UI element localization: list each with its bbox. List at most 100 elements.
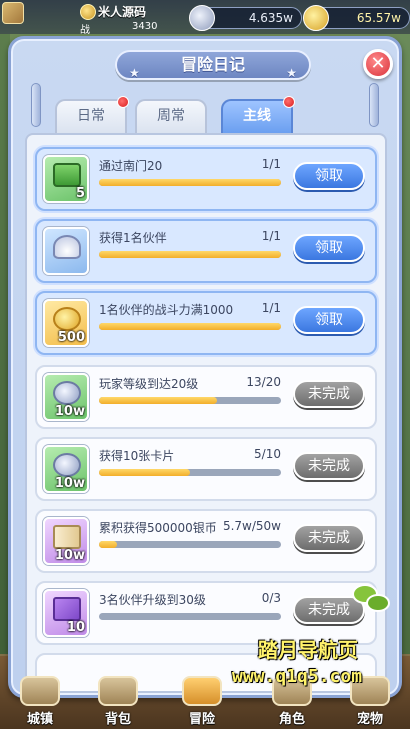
reward-quantity: 10w: [54, 404, 85, 419]
gold-coin-icon: [303, 5, 329, 31]
tab-weekly[interactable]: 周常: [135, 99, 207, 133]
nav-adventure-label: 冒险: [188, 712, 215, 727]
reward-icon[interactable]: 10: [43, 589, 89, 637]
reward-icon[interactable]: 10w: [43, 517, 89, 565]
quest-count: 1/1: [261, 157, 281, 171]
reward-icon[interactable]: 10w: [43, 445, 89, 493]
backpack-icon: [98, 676, 138, 706]
nav-adventure[interactable]: 冒险: [172, 676, 232, 727]
quest-count: 1/1: [261, 301, 281, 315]
quest-progress-bar: [99, 613, 281, 620]
green-chest-icon: [53, 163, 81, 187]
power-label: 战: [80, 25, 90, 36]
notification-dot: [283, 96, 295, 108]
quest-count: 1/1: [261, 229, 281, 243]
incomplete-button[interactable]: 未完成: [293, 380, 365, 408]
quest-title: 获得10张卡片: [99, 449, 175, 463]
progress-fill: [99, 323, 281, 330]
quest-title: 玩家等级到达20级: [99, 377, 199, 391]
tab-main-story[interactable]: 主线: [221, 96, 295, 133]
top-status-bar: 米人源码 战 3430 4.635w 65.57w: [0, 0, 410, 36]
silver-coins-icon: [53, 453, 81, 477]
nav-town[interactable]: 城镇: [10, 676, 70, 727]
nav-pet-label: 宠物: [356, 712, 383, 727]
watermark-url: www.q1q5.com: [232, 666, 363, 687]
quest-row: 500 1名伙伴的战斗力满1000 1/1 领取: [35, 291, 377, 355]
incomplete-button[interactable]: 未完成: [293, 524, 365, 552]
quest-row: 10w 玩家等级到达20级 13/20 未完成: [35, 365, 377, 429]
reward-quantity: 500: [57, 330, 85, 345]
quest-title: 获得1名伙伴: [99, 231, 167, 245]
gold-amount: 65.57w: [356, 11, 401, 25]
tab-weekly-label: 周常: [157, 108, 185, 124]
player-avatar[interactable]: [2, 2, 24, 24]
gold-coins-icon: [53, 307, 81, 331]
claim-button[interactable]: 领取: [293, 234, 365, 262]
adventure-icon: [182, 676, 222, 706]
quest-row: 10w 获得10张卡片 5/10 未完成: [35, 437, 377, 501]
quest-row: 获得1名伙伴 1/1 领取: [35, 219, 377, 283]
quest-count: 13/20: [246, 375, 281, 389]
progress-fill: [99, 541, 118, 548]
progress-fill: [99, 469, 190, 476]
quest-title: 3名伙伴升级到30级: [99, 593, 206, 607]
reward-icon[interactable]: 10w: [43, 373, 89, 421]
incomplete-button[interactable]: 未完成: [293, 452, 365, 480]
tab-daily[interactable]: 日常: [55, 96, 129, 133]
close-button[interactable]: ✕: [363, 49, 393, 79]
quest-progress-bar: [99, 397, 281, 404]
tab-main-story-label: 主线: [243, 108, 271, 124]
quest-progress-bar: [99, 251, 281, 258]
player-name: 米人源码: [98, 5, 147, 19]
purple-book-icon: [53, 597, 81, 621]
silver-currency[interactable]: 4.635w: [189, 5, 302, 31]
reward-icon[interactable]: [43, 227, 89, 275]
reward-quantity: 10w: [54, 548, 85, 563]
reward-icon[interactable]: 5: [43, 155, 89, 203]
nav-backpack[interactable]: 背包: [88, 676, 148, 727]
panel-title-plate: ★ 冒险日记 ★: [115, 50, 311, 80]
silver-coins-icon: [53, 381, 81, 405]
progress-fill: [99, 251, 281, 258]
reward-quantity: 10: [66, 620, 85, 635]
reward-quantity: 5: [75, 186, 85, 201]
nav-character-label: 角色: [278, 712, 305, 727]
gold-currency[interactable]: 65.57w: [303, 5, 410, 31]
progress-fill: [99, 397, 218, 404]
silver-amount: 4.635w: [248, 11, 293, 25]
quest-progress-bar: [99, 323, 281, 330]
quest-progress-bar: [99, 469, 281, 476]
adventure-diary-panel: ★ 冒险日记 ★ ✕ 日常 周常 主线 5 通过南门20 1/1 领取 获得1名…: [8, 36, 402, 698]
quest-progress-bar: [99, 541, 281, 548]
town-icon: [20, 676, 60, 706]
player-badge-icon: [80, 4, 96, 20]
tab-daily-label: 日常: [77, 108, 105, 124]
scroll-hook-right: [369, 83, 379, 127]
quest-row: 10w 累积获得500000银币 5.7w/50w 未完成: [35, 509, 377, 573]
claim-button[interactable]: 领取: [293, 306, 365, 334]
reward-icon[interactable]: 500: [43, 299, 89, 347]
quest-count: 5.7w/50w: [222, 519, 281, 533]
quest-count: 0/3: [261, 591, 281, 605]
watermark-title: 踏月导航页: [258, 638, 358, 662]
quest-title: 1名伙伴的战斗力满1000: [99, 303, 234, 317]
nav-backpack-label: 背包: [104, 712, 131, 727]
quest-row: 5 通过南门20 1/1 领取: [35, 147, 377, 211]
quest-list[interactable]: 5 通过南门20 1/1 领取 获得1名伙伴 1/1 领取 500 1名伙伴的战…: [25, 133, 387, 693]
silver-coin-icon: [189, 5, 215, 31]
power-value: 3430: [132, 21, 158, 32]
star-icon: ★: [286, 66, 297, 80]
star-icon: ★: [129, 66, 140, 80]
progress-fill: [99, 179, 281, 186]
quest-title: 通过南门20: [99, 159, 163, 173]
quest-progress-bar: [99, 179, 281, 186]
notification-dot: [117, 96, 129, 108]
quest-count: 5/10: [254, 447, 281, 461]
reward-quantity: 10w: [54, 476, 85, 491]
nav-town-label: 城镇: [26, 712, 53, 727]
chat-bubble-icon: [352, 584, 392, 618]
claim-button[interactable]: 领取: [293, 162, 365, 190]
scroll-hook-left: [31, 83, 41, 127]
panel-title: 冒险日记: [180, 55, 245, 74]
quest-title: 累积获得500000银币: [99, 521, 217, 535]
